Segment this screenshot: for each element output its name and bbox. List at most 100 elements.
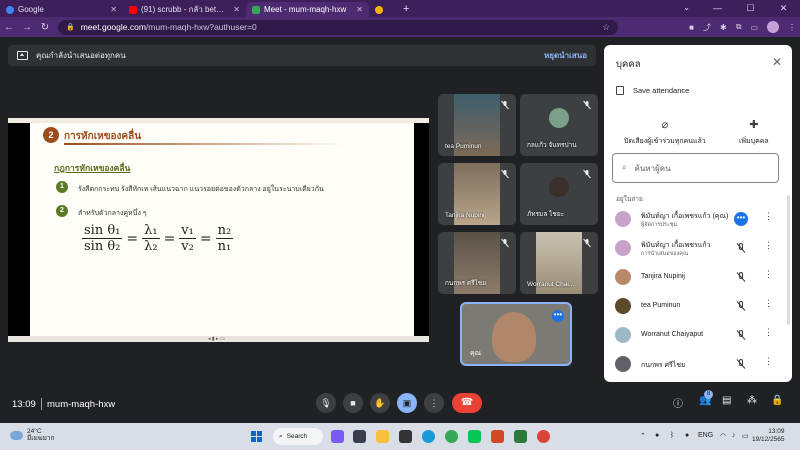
new-tab-button[interactable]: + (397, 3, 415, 15)
participant-row[interactable]: กนกพร ศรีไชย ⋮ (604, 351, 782, 377)
mic-off-icon (583, 238, 591, 248)
participant-tile[interactable]: tea Puminun (438, 94, 516, 156)
participant-tile[interactable]: กนกพร ศรีไชย (438, 232, 516, 294)
stop-presenting-button[interactable]: หยุดนำเสนอ (544, 49, 587, 62)
chrome-active-icon[interactable] (537, 430, 550, 443)
participant-row[interactable]: พิมันท์ญา เกื้อเพชรแก้ว (คุณ) ผู้จัดการป… (604, 206, 782, 232)
tab-search-button[interactable]: ⌄ (683, 3, 690, 12)
activities-icon[interactable]: ⁂ (747, 395, 757, 406)
tray-app-icon[interactable]: ● (655, 432, 659, 439)
participant-row[interactable]: พิมันท์ญา เกื้อเพชรแก้ว การนำเสนอของคุณ … (604, 235, 782, 261)
slideshow-controls[interactable]: ◂ ▮ ▸ ▭ (208, 336, 225, 342)
tab-close-icon[interactable]: ✕ (233, 5, 240, 14)
more-options-button[interactable]: ⋮ (424, 393, 444, 413)
mic-off-icon (736, 300, 746, 311)
snell-formula: sin θ₁ sin θ₂ = λ₁ λ₂ = v₁ v₂ = n₂ n₁ (82, 223, 234, 254)
tab-google[interactable]: Google ✕ (0, 2, 123, 17)
tab-close-icon[interactable]: ✕ (356, 5, 363, 14)
search-people-input[interactable]: ⌕ ค้นหาผู้คน (612, 153, 779, 183)
tab-youtube[interactable]: (91) scrubb - กลัว between (18th) ✕ (123, 2, 246, 17)
battery-icon[interactable]: ▭ (742, 432, 749, 440)
tab-label: (91) scrubb - กลัว between (18th) (141, 5, 229, 14)
tab-close-icon[interactable]: ✕ (110, 5, 117, 14)
mute-all-button[interactable]: ⌀ ปิดเสียงผู้เข้าร่วมทุกคนแล้ว (624, 118, 706, 147)
chat-icon[interactable]: ▤ (722, 395, 731, 406)
tab-other[interactable] (369, 2, 397, 17)
panel-scrollbar[interactable] (787, 195, 790, 325)
mic-off-icon (501, 238, 509, 248)
self-view-tile[interactable]: ••• คุณ (460, 302, 572, 366)
microphone-button[interactable]: 🎙 (316, 393, 336, 413)
temperature: 24°C (27, 428, 42, 435)
forward-button[interactable]: → (22, 22, 32, 33)
mic-off-icon (583, 169, 591, 179)
meet-favicon-icon (252, 5, 260, 14)
task-view-icon[interactable] (353, 430, 366, 443)
taskbar-search[interactable]: ⌕ Search (273, 428, 323, 445)
profile-avatar[interactable] (767, 21, 779, 33)
address-bar[interactable]: 🔒 meet.google.com/mum-maqh-hxw?authuser=… (58, 19, 618, 35)
participant-tile[interactable]: กลแก้ว จันทรปาน (520, 94, 598, 156)
bluetooth-icon[interactable]: ᛒ (670, 432, 674, 439)
line-app-icon[interactable] (468, 430, 481, 443)
dell-app-icon[interactable] (399, 430, 412, 443)
avatar (615, 356, 631, 372)
present-button[interactable]: ▣ (397, 393, 417, 413)
more-options-icon[interactable]: ••• (552, 310, 564, 322)
slide-app-statusbar: ◂ ▮ ▸ ▭ (8, 336, 429, 342)
more-options-icon[interactable]: ⋮ (764, 299, 773, 308)
participant-tile[interactable]: ภัทรมล ไชยะ (520, 163, 598, 225)
browser-toolbar: ← → ↻ 🔒 meet.google.com/mum-maqh-hxw?aut… (0, 17, 800, 37)
raise-hand-button[interactable]: ✋ (370, 393, 390, 413)
participant-row[interactable]: Tanjira Nupinij ⋮ (604, 264, 782, 290)
weather-widget[interactable]: 24°C มีเมฆมาก (10, 428, 55, 442)
host-controls-icon[interactable]: 🔒 (771, 395, 783, 406)
back-button[interactable]: ← (4, 22, 14, 33)
participant-row[interactable]: Worranut Chaiyaput ⋮ (604, 322, 782, 348)
file-explorer-icon[interactable] (376, 430, 389, 443)
teams-chat-app-icon[interactable] (331, 430, 344, 443)
extension-icon[interactable]: ✱ (720, 23, 727, 32)
bookmark-star-icon[interactable]: ☆ (602, 22, 610, 33)
minimize-button[interactable]: — (701, 0, 734, 17)
meeting-details-icon[interactable]: ⓘ (673, 395, 683, 410)
participant-row[interactable]: tea Puminun ⋮ (604, 293, 782, 319)
wifi-icon[interactable]: ◠ (720, 432, 726, 440)
participant-tile[interactable]: Tanjira Nupinij (438, 163, 516, 225)
edge-browser-icon[interactable] (422, 430, 435, 443)
participant-tile[interactable]: Worranut Chai... (520, 232, 598, 294)
leave-call-button[interactable]: ☎ (452, 393, 482, 413)
volume-icon[interactable]: ♪ (732, 432, 736, 439)
close-window-button[interactable]: ✕ (767, 0, 800, 17)
camera-button[interactable]: ■ (343, 393, 363, 413)
close-panel-button[interactable]: ✕ (772, 55, 782, 69)
more-options-icon[interactable]: ⋮ (764, 270, 773, 279)
taskbar-clock[interactable]: 13:09 19/12/2565 (752, 428, 785, 444)
tab-meet[interactable]: Meet - mum-maqh-hxw ✕ (246, 2, 369, 17)
chrome-app-icon[interactable] (445, 430, 458, 443)
sidebar-icon[interactable]: ▭ (750, 23, 758, 32)
mic-off-icon (736, 271, 746, 282)
windows-taskbar: 24°C มีเมฆมาก ⌕ Search ⌃ ● ᛒ ● ENG ◠ ♪ ▭ … (0, 423, 800, 450)
reload-button[interactable]: ↻ (40, 22, 50, 33)
more-options-icon[interactable]: ⋮ (764, 212, 773, 221)
camera-indicator-icon[interactable]: ■ (689, 23, 694, 32)
maximize-button[interactable]: ☐ (734, 0, 767, 17)
menu-icon[interactable]: ⋮ (788, 23, 796, 32)
more-options-icon[interactable]: ⋮ (764, 357, 773, 366)
bullet-number: 1 (56, 181, 68, 193)
save-attendance-item[interactable]: Save attendance (616, 86, 689, 95)
extensions-puzzle-icon[interactable]: ⧉ (736, 22, 742, 32)
tray-app-icon[interactable]: ● (685, 432, 689, 439)
add-people-button[interactable]: ✚ เพิ่มบุคคล (739, 118, 769, 147)
tray-chevron-icon[interactable]: ⌃ (640, 432, 646, 440)
fraction: v₁ v₂ (179, 223, 196, 254)
more-options-icon[interactable]: ⋮ (764, 328, 773, 337)
more-options-icon[interactable]: ⋮ (764, 241, 773, 250)
app-icon[interactable] (514, 430, 527, 443)
fraction: sin θ₁ sin θ₂ (82, 223, 123, 254)
powerpoint-app-icon[interactable] (491, 430, 504, 443)
language-indicator[interactable]: ENG (698, 432, 713, 439)
start-button[interactable] (251, 431, 262, 442)
share-icon[interactable]: ⤴ (703, 22, 711, 33)
